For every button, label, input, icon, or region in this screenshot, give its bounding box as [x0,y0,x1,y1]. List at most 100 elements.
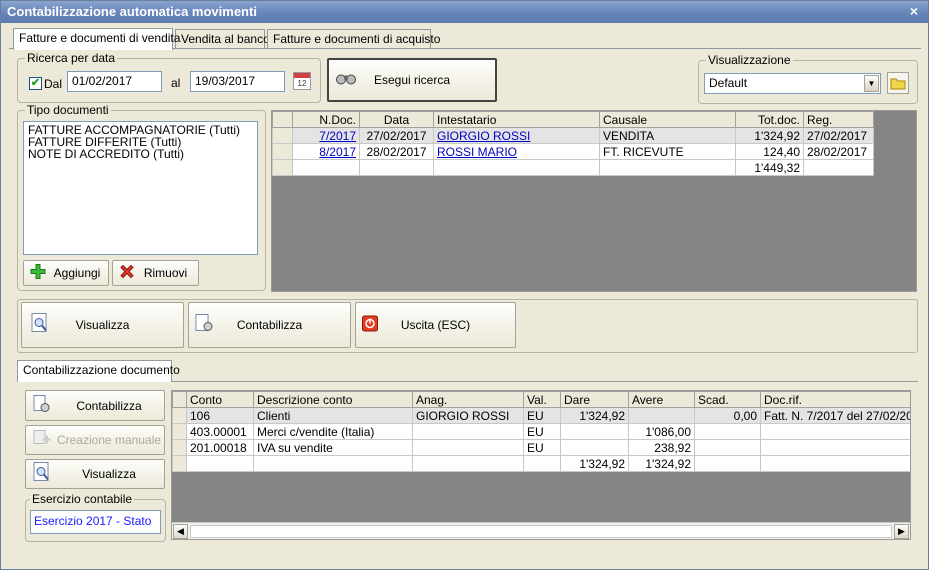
visualizzazione-group-label: Visualizzazione [706,53,793,67]
cell [694,439,761,456]
cell: 28/02/2017 [803,143,874,160]
esercizio-field[interactable]: Esercizio 2017 - Stato [30,510,161,534]
scroll-track[interactable] [190,525,892,538]
row-header[interactable] [272,127,293,144]
col-header[interactable] [172,391,187,408]
title-bar: Contabilizzazione automatica movimenti × [1,1,928,23]
col-header[interactable]: Val. [523,391,561,408]
uscita-label: Uscita (ESC) [400,318,471,332]
calendar-day: 12 [297,79,307,88]
col-header[interactable]: Dare [560,391,629,408]
rimuovi-button[interactable]: Rimuovi [112,260,199,286]
horizontal-scrollbar[interactable]: ◀ ▶ [172,522,910,539]
visualizza-button[interactable]: Visualizza [21,302,184,348]
chevron-down-icon[interactable]: ▼ [864,75,879,92]
visualizzazione-value: Default [709,76,748,90]
col-header[interactable]: Doc.rif. [760,391,910,408]
row-header[interactable] [172,423,187,440]
contabilizza-button[interactable]: Contabilizza [188,302,351,348]
row-header[interactable] [172,439,187,456]
table-row[interactable]: 201.00018 IVA su vendite EU 238,92 [172,439,910,456]
totals-row: 1'449,32 [272,159,874,176]
col-header[interactable] [272,111,293,128]
close-icon[interactable]: × [906,3,922,19]
exit-icon [362,315,378,335]
dal-checkbox[interactable]: ✔ [29,77,42,90]
table-row[interactable]: 7/2017 27/02/2017 GIORGIO ROSSI VENDITA … [272,127,874,144]
tab-vendita[interactable]: Fatture e documenti di vendita [13,28,180,50]
intestatario-link[interactable]: ROSSI MARIO [437,145,517,159]
table-row[interactable]: 106 Clienti GIORGIO ROSSI EU 1'324,92 0,… [172,407,910,424]
col-header[interactable]: Reg. [803,111,874,128]
row-header[interactable] [272,143,293,160]
folder-icon[interactable] [887,72,909,94]
scroll-right-icon[interactable]: ▶ [894,524,909,539]
total-cell: 1'449,32 [735,159,804,176]
visualizza-doc-label: Visualizza [82,467,136,481]
contabilizza-doc-button[interactable]: Contabilizza [25,390,165,421]
table-header: N.Doc. Data Intestatario Causale Tot.doc… [272,111,874,128]
col-header[interactable]: Descrizione conto [253,391,413,408]
cell: 27/02/2017 [359,127,434,144]
ndoc-link[interactable]: 8/2017 [319,145,356,159]
dal-label: Dal [44,77,63,91]
table-row[interactable]: 8/2017 28/02/2017 ROSSI MARIO FT. RICEVU… [272,143,874,160]
documents-grid: N.Doc. Data Intestatario Causale Tot.doc… [271,110,917,292]
uscita-button[interactable]: Uscita (ESC) [355,302,516,348]
col-header[interactable]: Intestatario [433,111,600,128]
col-header[interactable]: N.Doc. [292,111,360,128]
cell: 1'086,00 [628,423,695,440]
tipo-documenti-label: Tipo documenti [25,103,111,117]
plus-icon [30,264,46,283]
cell [560,439,629,456]
table-row[interactable]: 403.00001 Merci c/vendite (Italia) EU 1'… [172,423,910,440]
cell: 201.00018 [186,439,254,456]
visualizza-doc-button[interactable]: Visualizza [25,459,165,489]
ndoc-link[interactable]: 7/2017 [319,129,356,143]
esegui-ricerca-label: Esegui ricerca [373,73,451,87]
total-avere-cell: 1'324,92 [628,455,695,472]
tab-acquisto[interactable]: Fatture e documenti di acquisto [267,29,440,49]
visualizzazione-select[interactable]: Default ▼ [704,73,881,94]
col-header[interactable]: Conto [186,391,254,408]
col-header[interactable]: Anag. [412,391,524,408]
creazione-manuale-button[interactable]: Creazione manuale [25,425,165,455]
esegui-ricerca-button[interactable]: Esegui ricerca [327,58,497,102]
cell: 106 [186,407,254,424]
magnifier-icon [32,462,52,487]
cell: EU [523,407,561,424]
cell: 1'324,92 [560,407,629,424]
add-document-icon [32,429,52,452]
cell [694,423,761,440]
col-header[interactable]: Tot.doc. [735,111,804,128]
row-header[interactable] [172,407,187,424]
visualizza-label: Visualizza [75,318,130,332]
list-item[interactable]: NOTE DI ACCREDITO (Tutti) [28,148,253,160]
dal-date-input[interactable]: 01/02/2017 [67,71,162,92]
contabilizza-label: Contabilizza [236,318,303,332]
document-gear-icon [193,313,215,338]
cell [412,423,524,440]
cell: FT. RICEVUTE [599,143,736,160]
cell: GIORGIO ROSSI [412,407,524,424]
cell: 27/02/2017 [803,127,874,144]
tab-vendita-banco[interactable]: Vendita al banco [175,29,270,49]
col-header[interactable]: Scad. [694,391,761,408]
col-header[interactable]: Avere [628,391,695,408]
cell [760,439,910,456]
intestatario-link[interactable]: GIORGIO ROSSI [437,129,530,143]
cell: 403.00001 [186,423,254,440]
col-header[interactable]: Causale [599,111,736,128]
cell: Clienti [253,407,413,424]
contabilizza-doc-label: Contabilizza [76,398,142,413]
scroll-left-icon[interactable]: ◀ [173,524,188,539]
window-title: Contabilizzazione automatica movimenti [7,4,257,19]
col-header[interactable]: Data [359,111,434,128]
tab-contabilizzazione-documento[interactable]: Contabilizzazione documento [17,360,180,382]
calendar-icon[interactable]: 12 [293,72,311,90]
al-label: al [171,76,181,90]
aggiungi-button[interactable]: Aggiungi [23,260,109,286]
tipo-documenti-list[interactable]: FATTURE ACCOMPAGNATORIE (Tutti) FATTURE … [23,121,258,255]
totals-row: 1'324,92 1'324,92 [172,455,910,472]
al-date-input[interactable]: 19/03/2017 [190,71,285,92]
